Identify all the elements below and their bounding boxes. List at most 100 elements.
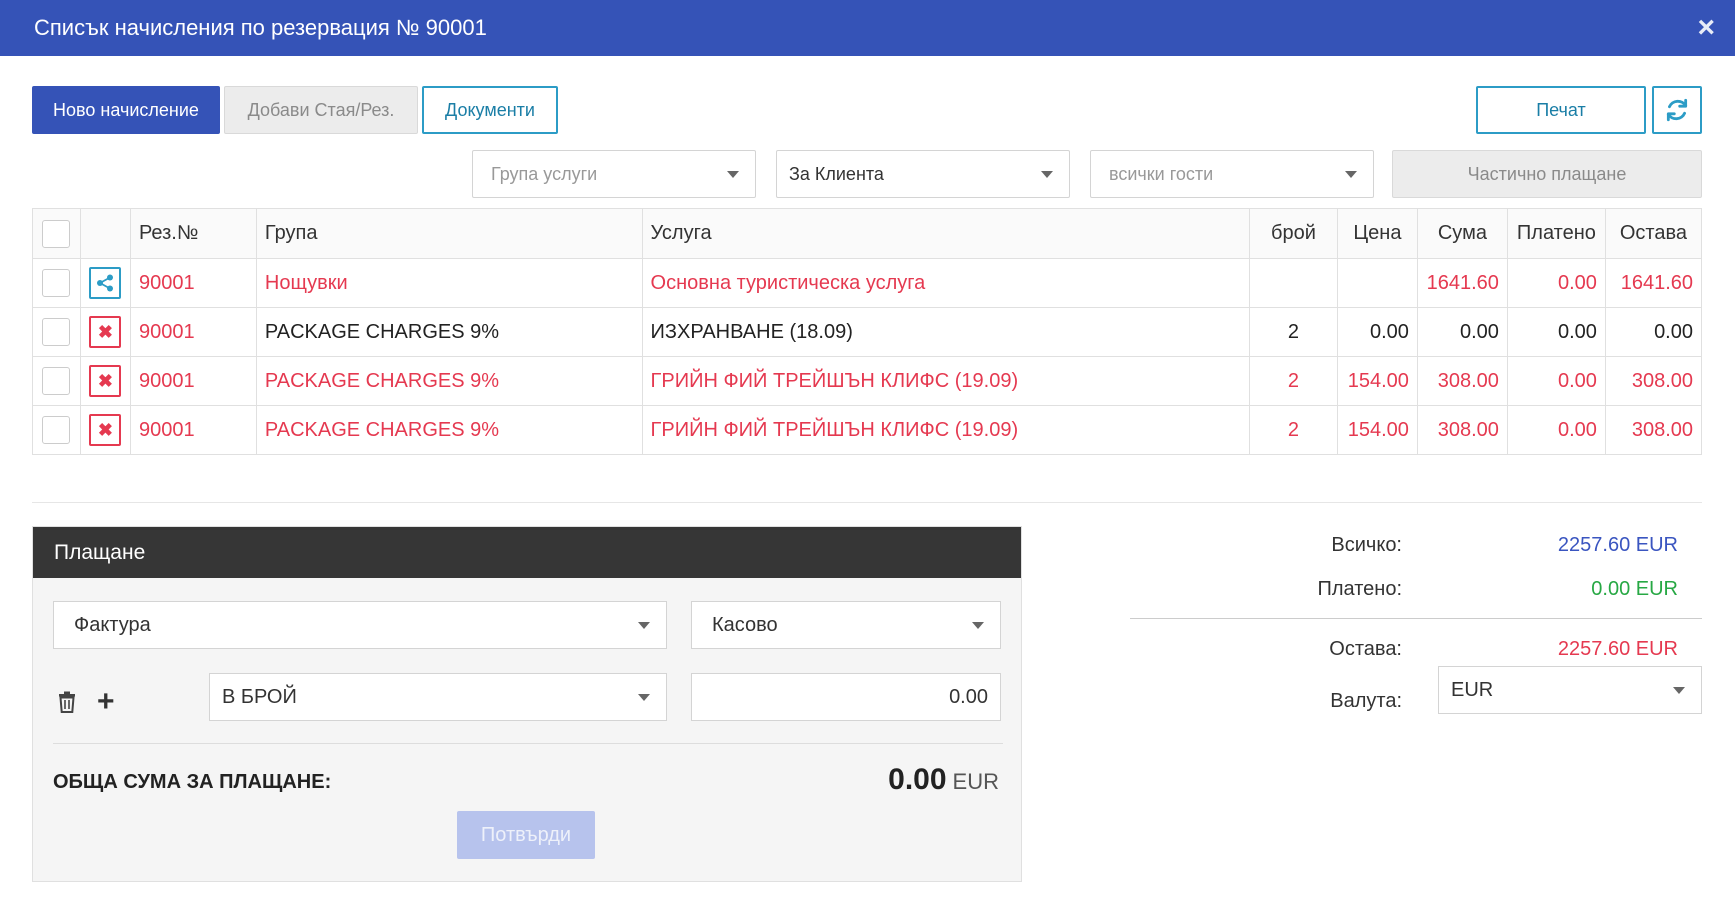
amount-input[interactable]: 0.00 xyxy=(691,673,1001,721)
section-divider xyxy=(32,502,1702,503)
cell-group: Нощувки xyxy=(255,258,643,308)
cell-remain: 1641.60 xyxy=(1604,258,1703,308)
plus-icon[interactable]: + xyxy=(97,687,115,717)
service-group-select[interactable]: Група услуги xyxy=(472,150,756,198)
header-res: Рез.№ xyxy=(129,208,257,259)
share-button[interactable] xyxy=(89,267,122,299)
confirm-button[interactable]: Потвърди xyxy=(457,811,595,859)
refresh-button[interactable] xyxy=(1652,86,1702,134)
cell-paid: 0.00 xyxy=(1506,307,1606,357)
cell-price: 0.00 xyxy=(1336,307,1418,357)
document-type-value: Фактура xyxy=(74,613,151,636)
payment-panel: Плащане Фактура Касово + В БРОЙ 0.00 ОБЩ… xyxy=(32,526,1022,882)
cell-service: ГРИЙН ФИЙ ТРЕЙШЪН КЛИФС (19.09) xyxy=(641,405,1250,455)
summary-paid-label: Платено: xyxy=(1317,578,1402,600)
currency-select[interactable]: EUR xyxy=(1438,666,1702,714)
table-header-row: Рез.№ Група Услуга брой Цена Сума Платен… xyxy=(32,208,1703,259)
add-room-button[interactable]: Добави Стая/Рез. xyxy=(224,86,418,134)
summary-remain-label: Остава: xyxy=(1329,638,1402,660)
summary-currency-label: Валута: xyxy=(1330,690,1402,712)
row-checkbox[interactable] xyxy=(42,416,71,444)
cell-sum: 1641.60 xyxy=(1416,258,1508,308)
chevron-down-icon xyxy=(638,622,650,629)
cell-qty xyxy=(1248,258,1338,308)
cell-sum: 0.00 xyxy=(1416,307,1508,357)
share-icon xyxy=(97,274,114,292)
payment-method-value: Касово xyxy=(712,613,778,636)
cell-paid: 0.00 xyxy=(1506,356,1606,406)
total-to-pay-label: ОБЩА СУМА ЗА ПЛАЩАНЕ: xyxy=(53,771,332,793)
payment-divider xyxy=(53,743,1003,744)
delete-button[interactable]: ✖ xyxy=(89,316,122,348)
chevron-down-icon xyxy=(727,171,739,178)
pay-type-value: В БРОЙ xyxy=(222,685,297,708)
summary-total-row: Всичко: 2257.60 EUR xyxy=(1130,526,1702,566)
table-row: 90001 Нощувки Основна туристическа услуг… xyxy=(32,258,1703,308)
summary-paid-row: Платено: 0.00 EUR xyxy=(1130,570,1702,610)
row-checkbox[interactable] xyxy=(42,318,71,346)
row-checkbox[interactable] xyxy=(42,367,71,395)
cell-service: ГРИЙН ФИЙ ТРЕЙШЪН КЛИФС (19.09) xyxy=(641,356,1250,406)
guests-select[interactable]: всички гости xyxy=(1090,150,1374,198)
cell-res: 90001 xyxy=(129,356,257,406)
header-remain: Остава xyxy=(1604,208,1703,259)
guests-select-value: всички гости xyxy=(1109,163,1214,184)
new-charge-button[interactable]: Ново начисление xyxy=(32,86,220,134)
table-row: ✖ 90001 PACKAGE CHARGES 9% ГРИЙН ФИЙ ТРЕ… xyxy=(32,356,1703,406)
service-group-placeholder: Група услуги xyxy=(491,163,598,184)
chevron-down-icon xyxy=(1345,171,1357,178)
trash-icon[interactable] xyxy=(57,691,77,713)
cell-service: ИЗХРАНВАНЕ (18.09) xyxy=(641,307,1250,357)
cell-price: 154.00 xyxy=(1336,405,1418,455)
cell-price: 154.00 xyxy=(1336,356,1418,406)
cell-paid: 0.00 xyxy=(1506,405,1606,455)
header-paid: Платено xyxy=(1506,208,1606,259)
cell-remain: 0.00 xyxy=(1604,307,1703,357)
partial-payment-button[interactable]: Частично плащане xyxy=(1392,150,1702,198)
pay-type-select[interactable]: В БРОЙ xyxy=(209,673,667,721)
row-checkbox[interactable] xyxy=(42,269,71,297)
cell-res: 90001 xyxy=(129,307,257,357)
currency-select-value: EUR xyxy=(1451,678,1494,701)
table-row: ✖ 90001 PACKAGE CHARGES 9% ИЗХРАНВАНЕ (1… xyxy=(32,307,1703,357)
cell-qty: 2 xyxy=(1248,356,1338,406)
table-row: ✖ 90001 PACKAGE CHARGES 9% ГРИЙН ФИЙ ТРЕ… xyxy=(32,405,1703,455)
summary-total-value: 2257.60 EUR xyxy=(1557,534,1678,556)
chevron-down-icon xyxy=(972,622,984,629)
close-icon: ✖ xyxy=(97,321,114,342)
cell-price xyxy=(1336,258,1418,308)
header-group: Група xyxy=(255,208,643,259)
delete-button[interactable]: ✖ xyxy=(89,365,122,397)
amount-value: 0.00 xyxy=(949,685,988,708)
select-all-checkbox[interactable] xyxy=(42,219,71,248)
filters-bar: Група услуги За Клиента всички гости Час… xyxy=(32,150,1703,200)
chevron-down-icon xyxy=(1673,687,1685,694)
document-type-select[interactable]: Фактура xyxy=(53,601,667,649)
delete-button[interactable]: ✖ xyxy=(89,414,122,446)
summary-paid-value: 0.00 EUR xyxy=(1591,578,1678,600)
chevron-down-icon xyxy=(638,694,650,701)
cell-qty: 2 xyxy=(1248,405,1338,455)
client-select-value: За Клиента xyxy=(789,163,884,184)
cell-service: Основна туристическа услуга xyxy=(641,258,1250,308)
close-icon: ✖ xyxy=(97,370,114,391)
cell-remain: 308.00 xyxy=(1604,356,1703,406)
summary-remain-value: 2257.60 EUR xyxy=(1557,638,1678,660)
cell-remain: 308.00 xyxy=(1604,405,1703,455)
close-icon[interactable]: × xyxy=(1697,13,1715,43)
cell-sum: 308.00 xyxy=(1416,405,1508,455)
payment-method-select[interactable]: Касово xyxy=(691,601,1001,649)
toolbar: Ново начисление Добави Стая/Рез. Докумен… xyxy=(32,86,1703,136)
chevron-down-icon xyxy=(1041,171,1053,178)
cell-paid: 0.00 xyxy=(1506,258,1606,308)
modal-title: Списък начисления по резервация № 90001 xyxy=(34,15,487,40)
client-select[interactable]: За Клиента xyxy=(776,150,1070,198)
modal-title-bar: Списък начисления по резервация № 90001 … xyxy=(0,0,1735,56)
refresh-icon xyxy=(1666,98,1688,122)
documents-button[interactable]: Документи xyxy=(422,86,558,134)
print-button[interactable]: Печат xyxy=(1476,86,1646,134)
cell-res: 90001 xyxy=(129,405,257,455)
cell-group: PACKAGE CHARGES 9% xyxy=(255,356,643,406)
select-all-cell xyxy=(32,208,81,259)
header-qty: брой xyxy=(1248,208,1338,259)
